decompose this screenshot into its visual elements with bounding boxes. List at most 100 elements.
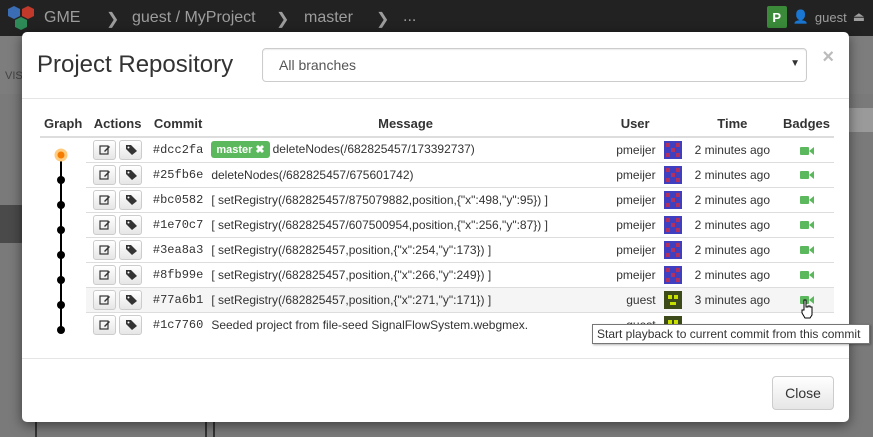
load-commit-button[interactable]	[92, 289, 116, 310]
user-avatar	[659, 136, 686, 162]
commit-message: [ setRegistry(/682825457,position,{"x":2…	[211, 267, 492, 282]
commit-hash[interactable]: #dcc2fa	[148, 136, 208, 162]
panel-divider	[205, 422, 207, 437]
user-avatar	[659, 261, 686, 287]
commit-row: #77a6b1[ setRegistry(/682825457,position…	[40, 286, 834, 312]
create-tag-button[interactable]	[119, 264, 143, 285]
commit-message: [ setRegistry(/682825457,position,{"x":2…	[211, 292, 492, 307]
load-commit-button[interactable]	[92, 164, 116, 185]
user-avatar	[659, 236, 686, 262]
column-header-commit: Commit	[148, 110, 208, 138]
commit-message: deleteNodes(/682825457/675601742)	[211, 167, 414, 182]
actions-cell	[86, 311, 149, 337]
project-status-badge[interactable]: P	[766, 6, 787, 28]
graph-commit-node	[57, 226, 65, 234]
commit-hash[interactable]: #77a6b1	[148, 286, 208, 312]
commit-time: 2 minutes ago	[685, 261, 779, 287]
branch-label-master[interactable]: master ✖	[211, 141, 270, 159]
playback-camera-icon[interactable]	[799, 268, 814, 282]
load-commit-button[interactable]	[92, 214, 116, 235]
column-header-actions: Actions	[86, 110, 149, 138]
load-commit-button[interactable]	[92, 139, 116, 160]
playback-camera-icon[interactable]	[799, 193, 814, 207]
top-navbar: GME ❯ guest / MyProject ❯ master ❯ ... P…	[0, 0, 873, 36]
panel-divider	[35, 422, 37, 437]
actions-cell	[86, 236, 149, 262]
actions-cell	[86, 261, 149, 287]
commit-row: #25fb6e deleteNodes(/682825457/675601742)…	[40, 161, 834, 187]
caret-down-icon: ▼	[790, 58, 800, 69]
create-tag-button[interactable]	[119, 239, 143, 260]
user-menu[interactable]: P 👤 guest ⏏	[766, 6, 865, 28]
create-tag-button[interactable]	[119, 314, 143, 335]
commit-message: deleteNodes(/682825457/173392737)	[272, 142, 475, 157]
close-icon[interactable]: ×	[822, 46, 834, 69]
load-commit-button[interactable]	[92, 264, 116, 285]
close-button[interactable]: Close	[772, 376, 834, 410]
column-header-message: Message	[207, 110, 604, 138]
commit-message-cell: [ setRegistry(/682825457/875079882,posit…	[207, 186, 604, 212]
commit-hash[interactable]: #1e70c7	[148, 211, 208, 237]
commit-hash[interactable]: #1c7760	[148, 311, 208, 337]
commit-user: pmeijer	[603, 236, 660, 262]
create-tag-button[interactable]	[119, 164, 143, 185]
create-tag-button[interactable]	[119, 139, 143, 160]
commit-row: #3ea8a3[ setRegistry(/682825457,position…	[40, 236, 834, 262]
commit-time: 2 minutes ago	[685, 186, 779, 212]
breadcrumb-separator-icon: ❯	[276, 11, 290, 28]
commit-row: #dcc2fa master ✖ deleteNodes(/682825457/173…	[40, 136, 834, 162]
modal-footer: Close	[22, 358, 849, 422]
user-avatar	[659, 161, 686, 187]
user-avatar	[659, 286, 686, 312]
load-commit-button[interactable]	[92, 314, 116, 335]
actions-cell	[86, 136, 149, 162]
branch-breadcrumb[interactable]: master	[304, 9, 353, 27]
load-commit-button[interactable]	[92, 239, 116, 260]
gme-logo-icon	[8, 6, 34, 30]
modal-title: Project Repository	[37, 51, 234, 78]
project-breadcrumb[interactable]: guest / MyProject	[132, 9, 256, 27]
playback-camera-icon[interactable]	[799, 168, 814, 182]
commit-message-cell: deleteNodes(/682825457/675601742)	[207, 161, 604, 187]
actions-cell	[86, 286, 149, 312]
commit-time: 2 minutes ago	[685, 161, 779, 187]
commit-message: [ setRegistry(/682825457,position,{"x":2…	[211, 242, 492, 257]
graph-commit-node	[57, 251, 65, 259]
visualizer-label: VIS	[5, 70, 23, 82]
actions-cell	[86, 211, 149, 237]
app-name[interactable]: GME	[44, 9, 80, 27]
create-tag-button[interactable]	[119, 189, 143, 210]
commit-message-cell: [ setRegistry(/682825457,position,{"x":2…	[207, 261, 604, 287]
commit-message: Seeded project from file-seed SignalFlow…	[211, 317, 529, 332]
badges-cell	[779, 186, 834, 212]
commit-hash[interactable]: #bc0582	[148, 186, 208, 212]
commit-user: pmeijer	[603, 261, 660, 287]
playback-camera-icon[interactable]	[799, 143, 814, 157]
badges-cell	[779, 261, 834, 287]
actions-cell	[86, 161, 149, 187]
commit-time: 2 minutes ago	[685, 211, 779, 237]
commit-message-cell: [ setRegistry(/682825457/607500954,posit…	[207, 211, 604, 237]
remove-branch-icon[interactable]: ✖	[255, 144, 264, 156]
modal-header: Project Repository All branches ▼ ×	[22, 32, 849, 99]
load-commit-button[interactable]	[92, 189, 116, 210]
panel-divider	[213, 422, 215, 437]
column-header-graph: Graph	[40, 110, 87, 138]
commit-row: #8fb99e[ setRegistry(/682825457,position…	[40, 261, 834, 287]
commit-hash[interactable]: #25fb6e	[148, 161, 208, 187]
playback-camera-icon[interactable]	[799, 218, 814, 232]
commit-hash[interactable]: #3ea8a3	[148, 236, 208, 262]
commit-row: #bc0582[ setRegistry(/682825457/87507988…	[40, 186, 834, 212]
commit-message-cell: [ setRegistry(/682825457,position,{"x":2…	[207, 286, 604, 312]
graph-commit-node	[57, 301, 65, 309]
commit-breadcrumb[interactable]: ...	[403, 8, 416, 26]
user-name[interactable]: guest	[815, 10, 847, 25]
create-tag-button[interactable]	[119, 214, 143, 235]
user-icon: 👤	[792, 9, 809, 24]
commit-hash[interactable]: #8fb99e	[148, 261, 208, 287]
commit-user: pmeijer	[603, 211, 660, 237]
playback-camera-icon[interactable]	[799, 243, 814, 257]
commit-user: pmeijer	[603, 186, 660, 212]
create-tag-button[interactable]	[119, 289, 143, 310]
branch-filter-select[interactable]: All branches ▼	[262, 48, 807, 82]
